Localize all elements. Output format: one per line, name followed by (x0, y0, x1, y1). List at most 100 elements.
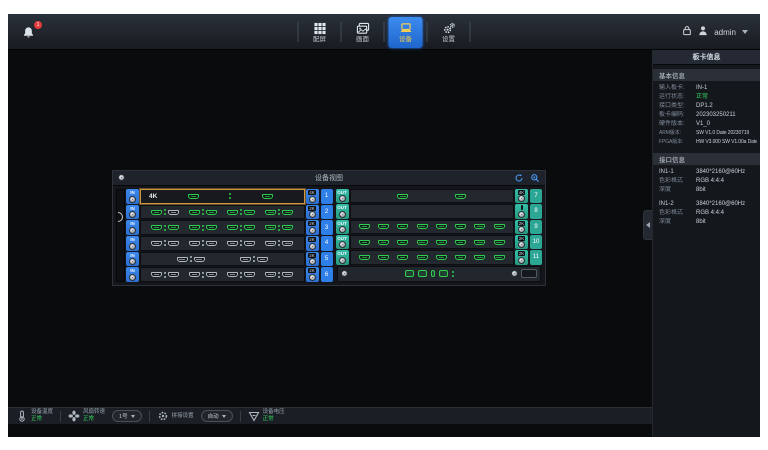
slot-number[interactable]: 1 (321, 189, 333, 204)
hdmi-port[interactable] (455, 194, 466, 199)
slot-number[interactable]: 6 (321, 267, 333, 282)
hdmi-port[interactable] (436, 255, 447, 260)
hdmi-port[interactable] (265, 272, 276, 277)
tab-screen[interactable]: 配屏 (303, 17, 337, 48)
slot-number[interactable]: 11 (530, 250, 542, 264)
device-slot-5[interactable]: IN2K5 (126, 252, 333, 267)
device-slot-9[interactable]: OUT2K9 (336, 220, 543, 234)
device-slot-3[interactable]: IN2K3 (126, 220, 333, 235)
hdmi-port[interactable] (417, 224, 428, 229)
device-slot-7[interactable]: OUT4K7 (336, 189, 543, 203)
hdmi-port[interactable] (359, 224, 370, 229)
hdmi-port[interactable] (455, 255, 466, 260)
statusbar-dropdown[interactable]: 1号 (112, 410, 142, 422)
hdmi-port[interactable] (168, 272, 179, 277)
statusbar-dropdown[interactable]: 自动 (201, 410, 233, 422)
hdmi-port[interactable] (282, 272, 293, 277)
hdmi-port[interactable] (265, 225, 276, 230)
device-slot-6[interactable]: IN2K6 (126, 267, 333, 282)
hdmi-port[interactable] (151, 241, 162, 246)
slot-number[interactable]: 2 (321, 205, 333, 220)
device-slot-11[interactable]: OUT2K11 (336, 250, 543, 264)
hdmi-port[interactable] (227, 210, 238, 215)
hdmi-port[interactable] (397, 240, 408, 245)
hdmi-port[interactable] (474, 240, 485, 245)
hdmi-port[interactable] (359, 240, 370, 245)
hdmi-port[interactable] (151, 272, 162, 277)
hdmi-port[interactable] (206, 241, 217, 246)
tab-settings[interactable]: 设置 (432, 17, 466, 48)
notification-bell-button[interactable]: 1 (22, 22, 40, 42)
hdmi-port[interactable] (282, 241, 293, 246)
hdmi-port[interactable] (206, 272, 217, 277)
hdmi-port[interactable] (378, 240, 389, 245)
device-slot-10[interactable]: OUT2K10 (336, 235, 543, 249)
hdmi-port[interactable] (494, 224, 505, 229)
hdmi-port[interactable] (494, 255, 505, 260)
hdmi-port[interactable] (417, 240, 428, 245)
hdmi-port[interactable] (262, 194, 273, 199)
slot-number[interactable]: 8 (530, 204, 542, 218)
hdmi-port[interactable] (359, 255, 370, 260)
slot-number[interactable]: 9 (530, 220, 542, 234)
hdmi-port[interactable] (206, 225, 217, 230)
hdmi-port[interactable] (455, 224, 466, 229)
sidebar-collapse-tab[interactable] (643, 210, 652, 240)
hdmi-port[interactable] (397, 224, 408, 229)
hdmi-port[interactable] (244, 272, 255, 277)
slot-number[interactable]: 7 (530, 189, 542, 203)
hdmi-port[interactable] (378, 255, 389, 260)
slot-number[interactable]: 3 (321, 220, 333, 235)
lock-icon[interactable] (682, 23, 692, 41)
hdmi-port[interactable] (168, 225, 179, 230)
hdmi-port[interactable] (244, 241, 255, 246)
device-slot-1[interactable]: IN4K4K1 (126, 189, 333, 204)
hdmi-port[interactable] (206, 210, 217, 215)
hdmi-port[interactable] (189, 225, 200, 230)
hdmi-port[interactable] (240, 257, 251, 262)
hdmi-port[interactable] (168, 210, 179, 215)
monitor-port-icon[interactable] (418, 270, 427, 277)
hdmi-port[interactable] (227, 272, 238, 277)
hdmi-port[interactable] (282, 210, 293, 215)
hdmi-port[interactable] (417, 255, 428, 260)
hdmi-port[interactable] (189, 210, 200, 215)
device-slot-2[interactable]: IN2K2 (126, 205, 333, 220)
hdmi-port[interactable] (474, 255, 485, 260)
hdmi-port[interactable] (257, 257, 268, 262)
refresh-icon[interactable] (514, 173, 524, 183)
zoom-in-icon[interactable] (530, 173, 540, 183)
hdmi-port[interactable] (244, 225, 255, 230)
hdmi-port[interactable] (265, 210, 276, 215)
hdmi-port[interactable] (378, 224, 389, 229)
slot-number[interactable]: 4 (321, 236, 333, 251)
user-menu-caret-icon[interactable] (742, 30, 748, 34)
tab-device[interactable]: 设备 (389, 17, 423, 48)
hdmi-port[interactable] (227, 225, 238, 230)
username-label[interactable]: admin (714, 28, 736, 37)
hdmi-port[interactable] (177, 257, 188, 262)
hdmi-port[interactable] (168, 241, 179, 246)
hdmi-port[interactable] (455, 240, 466, 245)
hdmi-port[interactable] (436, 224, 447, 229)
bar-port-icon[interactable] (431, 270, 435, 277)
slot-number[interactable]: 10 (530, 235, 542, 249)
hdmi-port[interactable] (151, 210, 162, 215)
hdmi-port[interactable] (189, 272, 200, 277)
monitor-port-icon[interactable] (405, 270, 414, 277)
device-slot-8[interactable]: OUT8 (336, 204, 543, 218)
tab-layers[interactable]: 画面 (346, 17, 380, 48)
control-connector[interactable] (521, 269, 537, 278)
device-slot-4[interactable]: IN2K4 (126, 236, 333, 251)
hdmi-port[interactable] (189, 241, 200, 246)
hdmi-port[interactable] (397, 255, 408, 260)
hdmi-port[interactable] (244, 210, 255, 215)
hdmi-port[interactable] (194, 257, 205, 262)
hdmi-port[interactable] (494, 240, 505, 245)
hdmi-port[interactable] (474, 224, 485, 229)
hdmi-port[interactable] (151, 225, 162, 230)
hdmi-port[interactable] (188, 194, 199, 199)
hdmi-port[interactable] (227, 241, 238, 246)
slot-number[interactable]: 5 (321, 252, 333, 267)
hdmi-port[interactable] (436, 240, 447, 245)
